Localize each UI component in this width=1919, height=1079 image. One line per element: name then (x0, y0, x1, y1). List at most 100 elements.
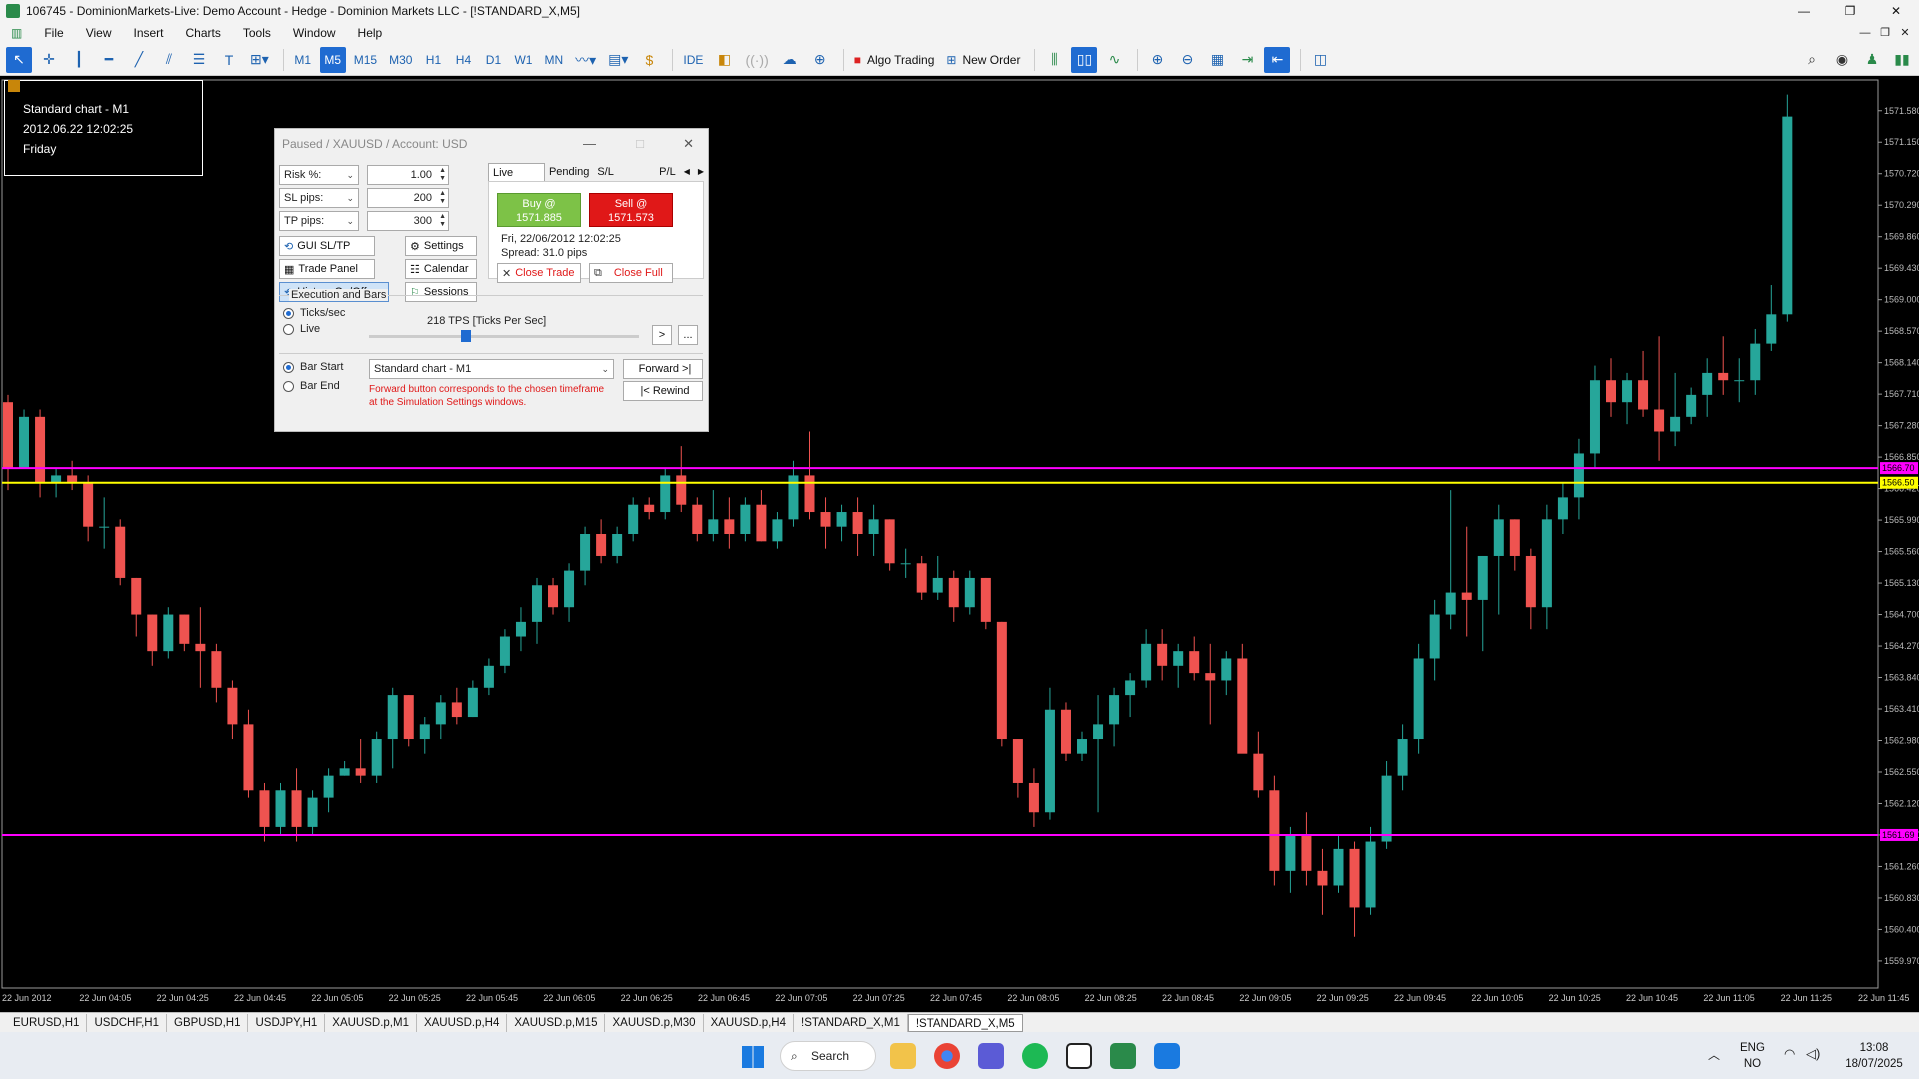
bar-start-radio-row[interactable]: Bar Start (283, 361, 343, 373)
rewind-button[interactable]: |< Rewind (623, 381, 703, 401)
tf-h1[interactable]: H1 (420, 47, 446, 73)
menu-window[interactable]: Window (282, 26, 347, 40)
tp-input[interactable]: 300 ▲ ▼ (367, 211, 449, 231)
bar-start-radio[interactable] (283, 361, 294, 373)
mdi-close-icon[interactable]: ✕ (1895, 22, 1915, 44)
menu-view[interactable]: View (75, 26, 123, 40)
panel-maximize-icon[interactable]: □ (636, 129, 644, 159)
slider-thumb[interactable] (461, 330, 472, 342)
window-app-icon[interactable] (1154, 1043, 1180, 1069)
file-explorer-icon[interactable] (890, 1043, 916, 1069)
tf-m1[interactable]: M1 (290, 47, 316, 73)
algo-trading-button[interactable]: ■ Algo Trading (850, 47, 939, 73)
chart-tab[interactable]: !STANDARD_X,M1 (794, 1013, 908, 1032)
vps-icon[interactable]: ⊕ (807, 47, 833, 73)
zoom-out-icon[interactable]: ⊖ (1174, 47, 1200, 73)
tab-pending[interactable]: Pending (545, 163, 593, 181)
chart-tab[interactable]: XAUUSD.p,H4 (704, 1013, 794, 1032)
spotify-icon[interactable] (1022, 1043, 1048, 1069)
shapes-icon[interactable]: ⊞▾ (246, 47, 273, 73)
zoom-in-icon[interactable]: ⊕ (1144, 47, 1170, 73)
line-chart-icon[interactable]: ∿ (1101, 47, 1127, 73)
notifications-icon[interactable]: ◉ (1829, 47, 1855, 73)
tf-m5[interactable]: M5 (319, 46, 346, 73)
buy-button[interactable]: Buy @ 1571.885 (497, 193, 581, 227)
tab-scroll-right-icon[interactable]: ▶ (694, 163, 708, 181)
tf-m15[interactable]: M15 (350, 47, 381, 73)
menu-insert[interactable]: Insert (122, 26, 174, 40)
notion-icon[interactable] (1066, 1043, 1092, 1069)
bar-end-radio-row[interactable]: Bar End (283, 380, 340, 392)
menu-app-icon[interactable]: ▥ (0, 26, 33, 40)
mdi-minimize-icon[interactable]: — (1855, 22, 1875, 44)
text-tool-icon[interactable]: T (216, 47, 242, 73)
vertical-line-icon[interactable]: ┃ (66, 47, 92, 73)
menu-help[interactable]: Help (347, 26, 394, 40)
search-icon[interactable]: ⌕ (1799, 47, 1825, 73)
spinner-icon[interactable]: ▲ ▼ (439, 213, 446, 229)
spinner-icon[interactable]: ▲ ▼ (439, 167, 446, 183)
fibonacci-icon[interactable]: ☰ (186, 47, 212, 73)
panel-close-icon[interactable]: ✕ (683, 129, 694, 159)
chart-tab[interactable]: XAUUSD.p,M30 (605, 1013, 704, 1032)
tf-d1[interactable]: D1 (480, 47, 506, 73)
volume-icon[interactable]: ◁) (1806, 1046, 1820, 1062)
tf-mn[interactable]: MN (540, 47, 567, 73)
chart-tab[interactable]: XAUUSD.p,M15 (507, 1013, 606, 1032)
candlestick-chart-icon[interactable]: ▯▯ (1071, 46, 1098, 73)
cloud-icon[interactable]: ☁ (777, 47, 803, 73)
tab-sl-settings[interactable]: S/L Settings (593, 163, 655, 196)
tf-m30[interactable]: M30 (385, 47, 416, 73)
bar-end-radio[interactable] (283, 380, 294, 392)
ticks-radio[interactable] (283, 307, 294, 319)
tf-w1[interactable]: W1 (510, 47, 536, 73)
close-icon[interactable]: ✕ (1873, 0, 1919, 22)
metatrader-icon[interactable] (1110, 1043, 1136, 1069)
more-button[interactable]: ... (678, 325, 698, 345)
app-icon[interactable] (978, 1043, 1004, 1069)
menu-tools[interactable]: Tools (232, 26, 282, 40)
forward-button[interactable]: Forward >| (623, 359, 703, 379)
autoscroll-icon[interactable]: ⇥ (1234, 47, 1260, 73)
chart-tab[interactable]: GBPUSD,H1 (167, 1013, 249, 1032)
trade-panel-button[interactable]: ▦ Trade Panel (279, 259, 375, 279)
channel-icon[interactable]: ⫽ (156, 47, 182, 73)
cursor-tool-icon[interactable]: ↖ (6, 46, 32, 73)
tab-pl[interactable]: P/L (655, 163, 680, 181)
live-radio-row[interactable]: Live (283, 323, 320, 335)
live-radio[interactable] (283, 323, 294, 335)
trendline-icon[interactable]: ╱ (126, 47, 152, 73)
sell-button[interactable]: Sell @ 1571.573 (589, 193, 673, 227)
crosshair-icon[interactable]: ✛ (36, 47, 62, 73)
sl-input[interactable]: 200 ▲ ▼ (367, 188, 449, 208)
chart-select[interactable]: Standard chart - M1 ⌄ (369, 359, 614, 379)
chart-tab[interactable]: !STANDARD_X,M5 (907, 1013, 1023, 1032)
screenshot-icon[interactable]: ◫ (1307, 47, 1333, 73)
tab-scroll-left-icon[interactable]: ◀ (680, 163, 694, 181)
restore-icon[interactable]: ❐ (1827, 0, 1873, 22)
chart-tab[interactable]: USDJPY,H1 (248, 1013, 326, 1032)
account-icon[interactable]: ♟ (1859, 47, 1885, 73)
language-indicator[interactable]: ENG NO (1740, 1040, 1765, 1072)
chart-tab[interactable]: XAUUSD.p,M1 (325, 1013, 417, 1032)
chart-shift-icon[interactable]: ⇤ (1264, 46, 1291, 73)
horizontal-line-icon[interactable]: ━ (96, 47, 122, 73)
settings-button[interactable]: ⚙ Settings (405, 236, 477, 256)
tps-slider[interactable] (369, 330, 639, 342)
ticks-radio-row[interactable]: Ticks/sec (283, 307, 345, 319)
tf-h4[interactable]: H4 (450, 47, 476, 73)
tray-chevron-icon[interactable]: ︿ (1708, 1046, 1720, 1063)
bar-chart-icon[interactable]: ⫼ (1041, 47, 1067, 73)
sl-select[interactable]: SL pips: ⌄ (279, 188, 359, 208)
tab-live-order[interactable]: Live Order (488, 163, 545, 197)
templates-icon[interactable]: ▤▾ (604, 47, 632, 73)
panel-minimize-icon[interactable]: — (583, 129, 596, 159)
gui-sltp-button[interactable]: ⟲ GUI SL/TP (279, 236, 375, 256)
taskbar-search[interactable]: ⌕ Search (780, 1041, 876, 1071)
close-full-button[interactable]: ⧉ Close Full (589, 263, 673, 283)
risk-select[interactable]: Risk %: ⌄ (279, 165, 359, 185)
indicators-icon[interactable]: 〰▾ (571, 47, 600, 73)
tp-select[interactable]: TP pips: ⌄ (279, 211, 359, 231)
menu-file[interactable]: File (33, 26, 74, 40)
next-button[interactable]: > (652, 325, 672, 345)
